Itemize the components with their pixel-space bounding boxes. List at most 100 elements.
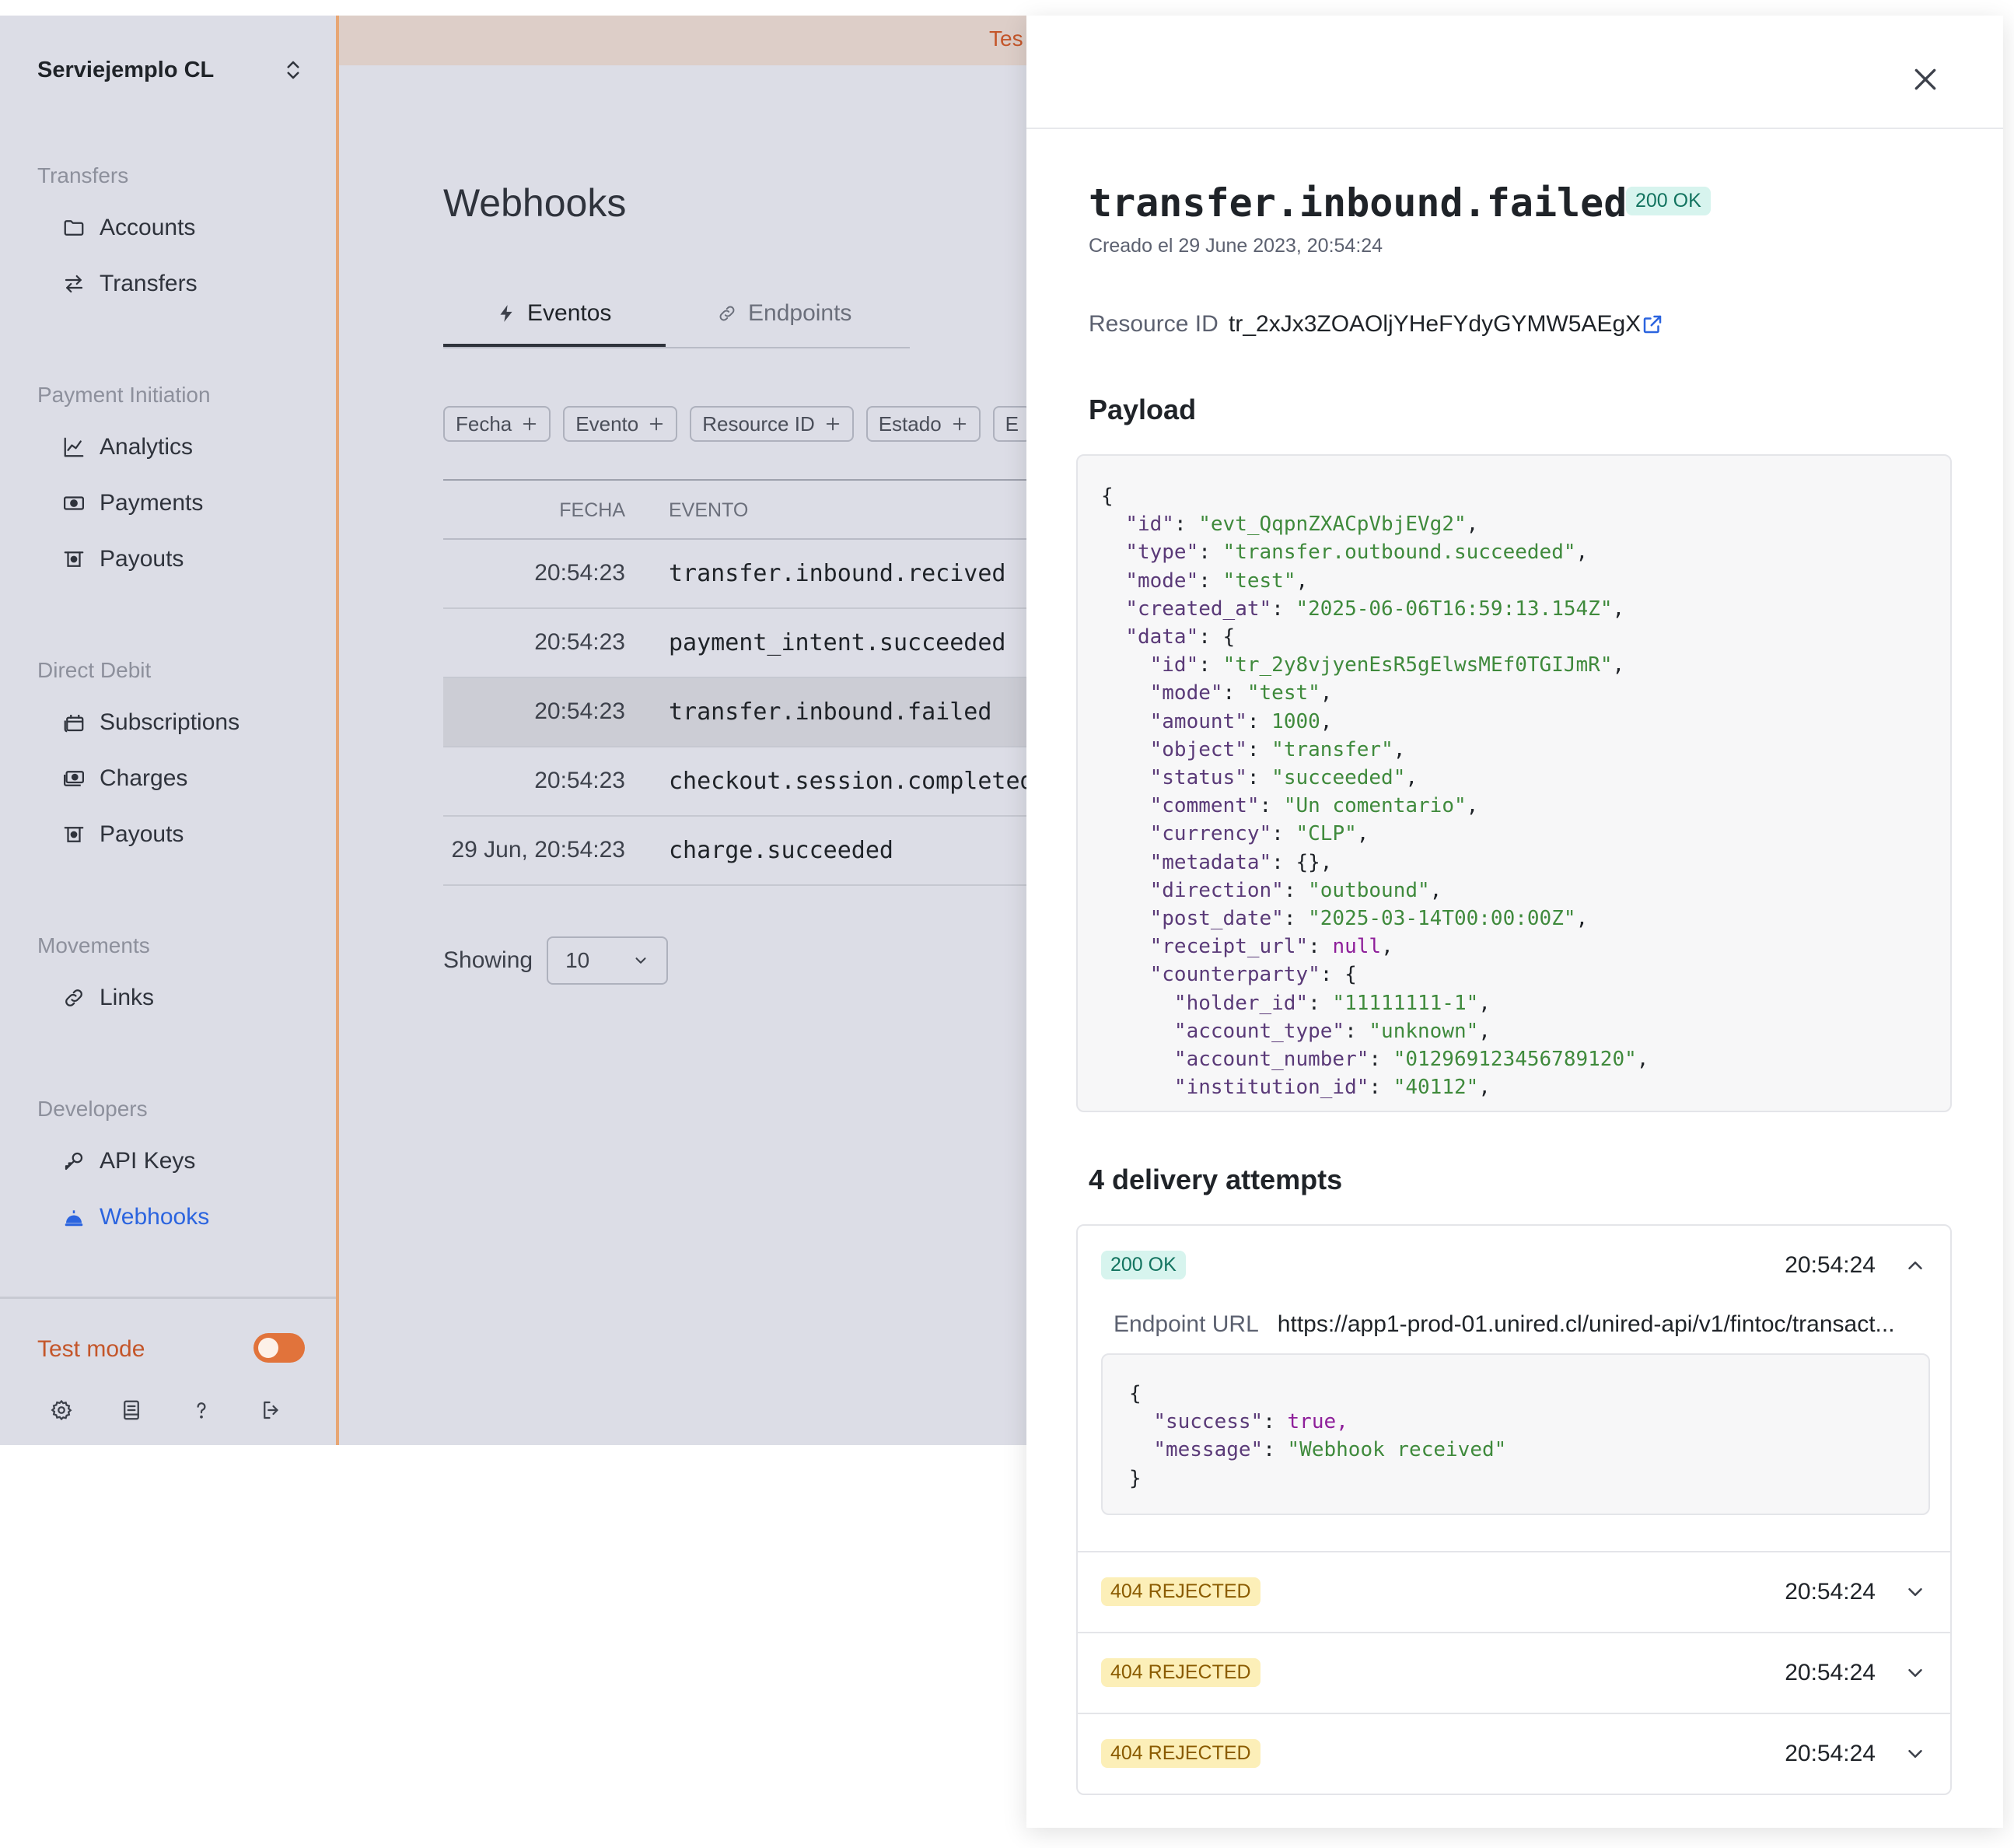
sidebar-item-links[interactable]: Links <box>62 985 154 1011</box>
org-switcher[interactable]: Serviejemplo CL <box>37 53 305 87</box>
sidebar-item-label: Subscriptions <box>100 709 240 735</box>
cash-stack-icon <box>64 771 84 786</box>
section-title-developers: Developers <box>37 1097 148 1121</box>
tab-eventos[interactable]: Eventos <box>496 300 611 327</box>
link-icon <box>65 989 82 1006</box>
help-icon[interactable] <box>190 1398 213 1422</box>
calendar-stack-icon <box>64 715 84 733</box>
sidebar-item-payouts[interactable]: Payouts <box>62 546 184 572</box>
table-row-selected[interactable]: 20:54:23 transfer.inbound.failed <box>443 678 1026 747</box>
delivery-attempt[interactable]: 404 REJECTED 20:54:24 <box>1078 1633 1950 1714</box>
cash-icon <box>64 496 84 510</box>
table-row[interactable]: 20:54:23 transfer.inbound.recived <box>443 540 1026 609</box>
section-title-payment-initiation: Payment Initiation <box>37 383 211 407</box>
payout-icon <box>64 827 84 842</box>
plus-icon <box>649 417 663 431</box>
response-json: { "success": true, "message": "Webhook r… <box>1129 1382 1507 1490</box>
org-name: Serviejemplo CL <box>37 57 215 82</box>
attempt-time: 20:54:24 <box>1785 1741 1876 1766</box>
page-size-select[interactable]: 10 <box>547 936 669 985</box>
docs-icon[interactable] <box>120 1398 143 1422</box>
attempt-header[interactable]: 404 REJECTED 20:54:24 <box>1078 1552 1950 1632</box>
sidebar-item-api-keys[interactable]: API Keys <box>62 1148 195 1174</box>
attempt-header[interactable]: 200 OK 20:54:24 <box>1078 1226 1950 1304</box>
attempt-time: 20:54:24 <box>1785 1660 1876 1685</box>
filter-label: Estado <box>878 411 942 436</box>
tabs: Eventos Endpoints <box>443 289 910 348</box>
sidebar-item-label: Analytics <box>100 434 194 460</box>
attempt-header[interactable]: 404 REJECTED 20:54:24 <box>1078 1633 1950 1713</box>
sidebar-item-label: Payouts <box>100 546 184 572</box>
settings-icon[interactable] <box>50 1398 73 1422</box>
delivery-attempt[interactable]: 404 REJECTED 20:54:24 <box>1078 1714 1950 1794</box>
sidebar-item-label: Payouts <box>100 821 184 847</box>
tab-label: Eventos <box>527 300 612 326</box>
payload-code-block[interactable]: { "id": "evt_QqpnZXACpVbjEVg2", "type": … <box>1076 454 1952 1112</box>
sidebar-item-transfers[interactable]: Transfers <box>62 271 198 297</box>
payload-title: Payload <box>1089 394 1197 425</box>
row-time: 29 Jun, 20:54:23 <box>451 837 625 863</box>
banner-text: Tes <box>989 26 1023 51</box>
page-title: Webhooks <box>443 181 627 225</box>
chevron-down-icon[interactable] <box>1904 1742 1927 1766</box>
sidebar-item-label: Links <box>100 985 155 1010</box>
tab-endpoints[interactable]: Endpoints <box>717 300 851 327</box>
events-table: FECHA EVENTO 20:54:23 transfer.inbound.r… <box>443 479 1034 886</box>
table-row[interactable]: 20:54:23 checkout.session.completed <box>443 747 1034 817</box>
payout-icon <box>64 551 84 567</box>
bell-icon <box>65 1210 83 1227</box>
attempt-time: 20:54:24 <box>1785 1252 1876 1278</box>
table-row[interactable]: 20:54:23 payment_intent.succeeded <box>443 609 1026 678</box>
attempt-status-badge: 404 REJECTED <box>1101 1658 1260 1687</box>
sidebar-item-payments[interactable]: Payments <box>62 490 203 516</box>
attempt-header[interactable]: 404 REJECTED 20:54:24 <box>1078 1714 1950 1794</box>
filter-evento[interactable]: Evento <box>563 406 678 442</box>
chevron-up-down-icon <box>287 61 299 79</box>
sidebar-item-dd-payouts[interactable]: Payouts <box>62 821 184 848</box>
filter-bar: Fecha Evento Resource ID Estado E <box>443 406 1032 442</box>
sidebar-item-subscriptions[interactable]: Subscriptions <box>62 709 240 736</box>
test-mode-toggle[interactable] <box>253 1333 305 1363</box>
delivery-attempt[interactable]: 404 REJECTED 20:54:24 <box>1078 1552 1950 1633</box>
app-window: Serviejemplo CL Transfers Accounts Trans… <box>0 16 1034 1447</box>
row-event: transfer.inbound.failed <box>669 698 992 726</box>
endpoint-url-value: https://app1-prod-01.unired.cl/unired-ap… <box>1277 1311 1895 1337</box>
chevron-up-icon[interactable] <box>1904 1254 1927 1277</box>
table-row[interactable]: 29 Jun, 20:54:23 charge.succeeded <box>443 817 1026 886</box>
response-code-block[interactable]: { "success": true, "message": "Webhook r… <box>1101 1353 1930 1515</box>
sidebar-item-analytics[interactable]: Analytics <box>62 434 193 460</box>
logout-icon[interactable] <box>260 1398 283 1422</box>
folder-icon <box>64 220 84 236</box>
event-detail-panel: transfer.inbound.failed 200 OK Creado el… <box>1026 16 2003 1828</box>
sidebar-item-accounts[interactable]: Accounts <box>62 215 195 241</box>
key-icon <box>65 1152 83 1171</box>
main-content: Tes Webhooks Eventos Endpoints Fecha Eve… <box>339 16 1034 1445</box>
attempt-status-badge: 404 REJECTED <box>1101 1739 1260 1768</box>
bolt-icon <box>500 305 512 322</box>
page-size-value: 10 <box>565 948 590 972</box>
sidebar-item-charges[interactable]: Charges <box>62 765 187 792</box>
filter-estado[interactable]: Estado <box>865 406 981 442</box>
filter-fecha[interactable]: Fecha <box>443 406 551 442</box>
filter-more[interactable]: E <box>992 406 1032 442</box>
filter-label: Evento <box>575 411 639 436</box>
chevron-down-icon[interactable] <box>1904 1661 1927 1685</box>
close-button[interactable] <box>1910 64 1941 95</box>
section-title-movements: Movements <box>37 933 150 957</box>
row-event: payment_intent.succeeded <box>669 629 1006 656</box>
plus-icon <box>523 417 537 431</box>
delivery-attempts-title: 4 delivery attempts <box>1089 1164 1343 1195</box>
chevron-down-icon <box>635 957 646 964</box>
sidebar-item-webhooks[interactable]: Webhooks <box>62 1204 209 1230</box>
filter-resource-id[interactable]: Resource ID <box>690 406 854 442</box>
close-icon <box>1914 68 1936 90</box>
delivery-attempt: 200 OK 20:54:24 Endpoint URL https://app1… <box>1078 1226 1950 1552</box>
sidebar-footer: Test mode <box>0 1297 336 1447</box>
delivery-attempts-list: 200 OK 20:54:24 Endpoint URL https://app1… <box>1076 1224 1952 1795</box>
chevron-down-icon[interactable] <box>1904 1580 1927 1604</box>
row-event: charge.succeeded <box>669 837 893 864</box>
plus-icon <box>953 417 966 431</box>
external-link-icon[interactable] <box>1641 313 1664 336</box>
resource-id-label: Resource ID <box>1089 311 1219 337</box>
sidebar-item-label: Charges <box>100 765 188 791</box>
